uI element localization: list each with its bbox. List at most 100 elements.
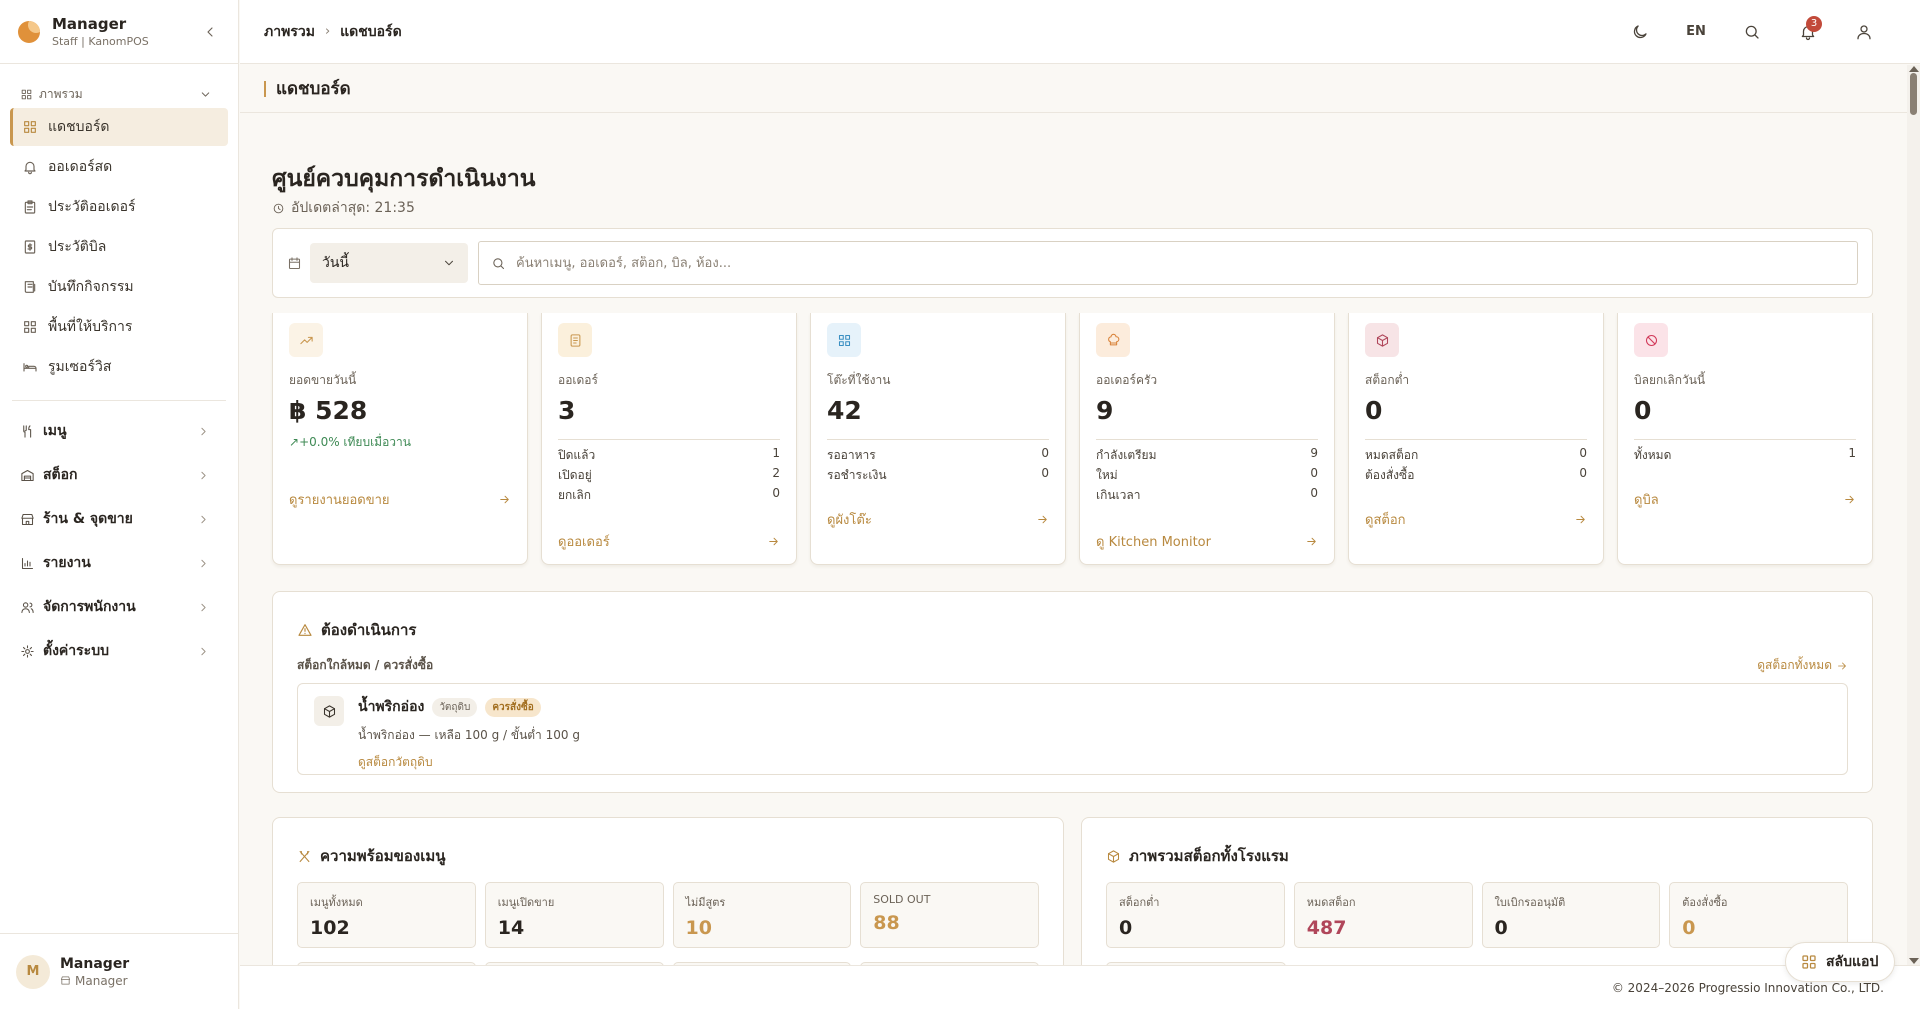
chevron-right-icon (201, 647, 206, 655)
sidebar-section-1[interactable]: สต็อก (0, 453, 238, 497)
kpi-link[interactable]: ดูออเดอร์ (558, 531, 780, 552)
kpi-link-label: ดูสต็อก (1365, 513, 1406, 528)
kpi-value: 0 (1365, 396, 1383, 425)
kpi-breakdown-row: ปิดแล้ว 1 (558, 446, 780, 462)
sidebar-item-3[interactable]: ประวัติบิล (10, 228, 228, 266)
sidebar-section-5[interactable]: ตั้งค่าระบบ (0, 629, 238, 673)
kpi-row-label: เกินเวลา (1096, 488, 1141, 502)
sidebar-item-4[interactable]: บันทึกกิจกรรม (10, 268, 228, 306)
avatar: M (16, 954, 50, 989)
language-button[interactable]: EN (1668, 12, 1724, 52)
stock-panel-title: ภาพรวมสต็อกทั้งโรงแรม (1129, 847, 1289, 865)
sidebar-item-label: แดชบอร์ด (48, 119, 110, 135)
sidebar-item-5[interactable]: พื้นที่ให้บริการ (10, 308, 228, 346)
kpi-cards: ยอดขายวันนี้฿ 528 ↗+0.0% เทียบเมื่อวาน ดูร… (272, 313, 1873, 565)
sidebar-item-label: บันทึกกิจกรรม (48, 279, 134, 295)
sidebar-section-3[interactable]: รายงาน (0, 541, 238, 585)
store-icon (21, 513, 34, 525)
kpi-row-value: 0 (772, 486, 780, 500)
attention-item-desc: น้ำพริกอ่อง — เหลือ 100 g / ขั้นต่ำ 100 … (358, 728, 580, 742)
stat-value: 14 (497, 917, 525, 939)
date-range-value: วันนี้ (322, 255, 350, 271)
breadcrumb-dashboard: แดชบอร์ด (340, 23, 402, 40)
kpi-divider (1634, 439, 1856, 440)
kpi-link-label: ดูผังโต๊ะ (827, 513, 872, 528)
kpi-link-label: ดู Kitchen Monitor (1096, 535, 1211, 550)
sidebar-item-0[interactable]: แดชบอร์ด (10, 108, 228, 146)
kpi-trend: ↗+0.0% เทียบเมื่อวาน (289, 433, 511, 452)
view-ingredient-stock-link[interactable]: ดูสต็อกวัตถุดิบ (358, 753, 580, 772)
box-icon (1107, 849, 1120, 863)
kpi-link[interactable]: ดูสต็อก (1365, 509, 1587, 530)
kpi-link-label: ดูรายงานยอดขาย (289, 493, 390, 508)
scroll-down-arrow[interactable] (1909, 958, 1919, 964)
scrollbar-thumb[interactable] (1910, 73, 1917, 115)
sidebar-section-0[interactable]: เมนู (0, 409, 238, 453)
view-all-stock-link[interactable]: ดูสต็อกทั้งหมด (1757, 656, 1848, 675)
brand-subtitle: Staff | KanomPOS (52, 35, 149, 48)
sidebar-section-4[interactable]: จัดการพนักงาน (0, 585, 238, 629)
stat-card: เมนูทั้งหมด 102 (297, 882, 476, 948)
chef-hat-icon (1107, 333, 1119, 345)
kpi-link[interactable]: ดู Kitchen Monitor (1096, 531, 1318, 552)
sidebar-group-overview[interactable]: ภาพรวม (0, 82, 238, 106)
box-icon (323, 704, 335, 718)
user-role-label: Manager (75, 973, 128, 988)
page-subheader: แดชบอร์ด (240, 65, 1920, 113)
sidebar: Manager Staff | KanomPOS ภาพรวม แดชบอร์ด… (0, 0, 239, 1009)
kpi-icon-box (1365, 323, 1399, 357)
switch-app-button[interactable]: สลับแอป (1785, 942, 1895, 982)
sidebar-item-2[interactable]: ประวัติออเดอร์ (10, 188, 228, 226)
kpi-link[interactable]: ดูรายงานยอดขาย (289, 489, 511, 510)
kpi-row-value: 0 (1579, 466, 1587, 480)
kpi-link[interactable]: ดูผังโต๊ะ (827, 509, 1049, 530)
attention-item[interactable]: น้ำพริกอ่อง วัตถุดิบ ควรสั่งซื้อ น้ำพริก… (297, 683, 1848, 775)
kpi-card: โต๊ะที่ใช้งาน 42 รออาหาร 0 รอชำระเงิน 0 ดูผังโ… (810, 313, 1066, 565)
stat-label: เมนูเปิดขาย (497, 896, 555, 909)
sidebar-section-2[interactable]: ร้าน & จุดขาย (0, 497, 238, 541)
user-profile[interactable]: M Manager Manager (0, 933, 238, 1009)
sidebar-item-1[interactable]: ออเดอร์สด (10, 148, 228, 186)
kpi-row-label: เปิดอยู่ (558, 468, 592, 482)
scroll-up-arrow[interactable] (1909, 66, 1919, 72)
kpi-row-value: 1 (1848, 446, 1856, 460)
theme-toggle-button[interactable] (1612, 12, 1668, 52)
search-button[interactable] (1724, 12, 1780, 52)
profile-button[interactable] (1836, 12, 1892, 52)
kpi-row-value: 0 (1310, 486, 1318, 500)
bed-icon (23, 363, 37, 372)
notification-badge: 3 (1806, 15, 1822, 32)
sidebar-item-label: พื้นที่ให้บริการ (48, 319, 133, 335)
chevron-right-icon (201, 603, 206, 611)
kpi-row-label: ต้องสั่งซื้อ (1365, 468, 1415, 482)
stat-value: 102 (310, 917, 350, 939)
stat-value: 0 (1119, 917, 1133, 939)
kpi-row-label: ทั้งหมด (1634, 448, 1672, 462)
arrow-right-icon (1038, 515, 1047, 524)
kpi-value: 3 (558, 396, 576, 425)
search-input[interactable] (516, 255, 1845, 271)
scrollbar[interactable] (1907, 65, 1920, 965)
attention-item-icon-box (314, 696, 344, 726)
kpi-divider (1096, 439, 1318, 440)
stat-label: เมนูทั้งหมด (310, 896, 363, 909)
kpi-link[interactable]: ดูบิล (1634, 489, 1856, 510)
box-icon (1376, 333, 1388, 347)
chevron-right-icon (201, 471, 206, 479)
sidebar-section-label: สต็อก (43, 467, 78, 483)
sidebar-sections: เมนูสต็อกร้าน & จุดขาย รายงาน จัดการพนักงา… (0, 409, 238, 673)
attention-subtitle: สต็อกใกล้หมด / ควรสั่งซื้อ (297, 658, 434, 672)
attention-panel: ต้องดำเนินการ สต็อกใกล้หมด / ควรสั่งซื้อ… (272, 591, 1873, 793)
kpi-breakdown-row: ทั้งหมด 1 (1634, 446, 1856, 462)
warning-icon (298, 624, 312, 636)
reorder-tag: ควรสั่งซื้อ (485, 697, 541, 717)
sidebar-item-6[interactable]: รูมเซอร์วิส (10, 348, 228, 386)
collapse-sidebar-button[interactable] (200, 22, 220, 42)
kpi-label: โต๊ะที่ใช้งาน (827, 373, 891, 387)
arrow-right-icon (1307, 537, 1316, 546)
notifications-button[interactable]: 3 (1780, 12, 1836, 52)
breadcrumb-overview[interactable]: ภาพรวม (264, 21, 315, 43)
stock-stats: สต็อกต่ำ 0 หมดสต็อก 487 ใบเบิกรออนุมัติ 0 ต้อง… (1106, 882, 1848, 948)
copyright-text: © 2024–2026 Progressio Innovation Co., L… (1611, 980, 1884, 995)
date-range-select[interactable]: วันนี้ (310, 243, 468, 283)
